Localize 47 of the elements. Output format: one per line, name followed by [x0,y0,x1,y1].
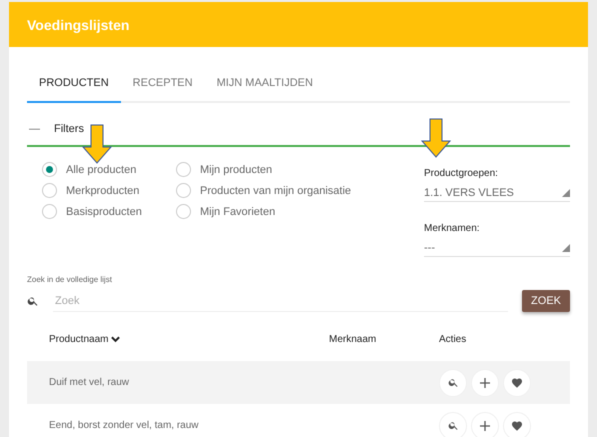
heart-icon [511,377,523,388]
column-header[interactable]: Productnaam [49,334,329,345]
radio-button[interactable] [42,162,57,177]
dropdown-icon [562,188,570,196]
chevron-icon [111,336,120,343]
radio-label: Mijn producten [200,164,272,176]
tab[interactable]: RECEPTEN [120,71,205,103]
filters-title: Filters [54,123,84,135]
arrow-icon [82,124,112,164]
search-icon [448,420,458,431]
plus-icon [480,378,490,388]
arrow-icon [421,118,451,158]
add-button[interactable] [471,412,499,437]
favorite-button[interactable] [503,412,531,437]
radio-label: Producten van mijn organisatie [200,184,352,196]
tab[interactable]: MIJN MAALTIJDEN [204,71,325,103]
heart-icon [511,420,523,431]
select-label: Productgroepen: [424,168,498,179]
page-title: Voedingslijsten [27,16,130,32]
favorite-button[interactable] [503,368,531,396]
radio-button[interactable] [42,183,57,198]
radio-button[interactable] [176,162,191,177]
search-icon [27,295,39,307]
tab[interactable]: PRODUCTEN [27,71,121,103]
dropdown-icon [562,244,570,252]
radio-label: Alle producten [66,164,136,176]
add-button[interactable] [471,368,499,396]
product-name: Eend, borst zonder vel, tam, rauw [49,420,200,431]
select-label: Merknamen: [424,223,480,234]
radio-label: Basisproducten [66,206,142,218]
radio-button[interactable] [176,204,191,219]
dropdown-select[interactable]: 1.1. VERS VLEES [424,184,570,202]
radio-button[interactable] [42,204,57,219]
column-header: Acties [439,334,466,345]
view-button[interactable] [439,412,467,437]
search-button[interactable]: ZOEK [522,290,570,312]
product-name: Duif met vel, rauw [49,377,130,388]
search-label: Zoek in de volledige lijst [27,275,113,284]
plus-icon [480,420,490,430]
dropdown-select[interactable]: --- [424,239,570,257]
view-button[interactable] [439,368,467,396]
radio-label: Merkproducten [66,184,140,196]
column-header: Merknaam [329,334,376,345]
search-icon [448,377,458,388]
collapse-toggle[interactable]: — [29,123,40,135]
radio-button[interactable] [176,183,191,198]
radio-label: Mijn Favorieten [200,206,276,218]
